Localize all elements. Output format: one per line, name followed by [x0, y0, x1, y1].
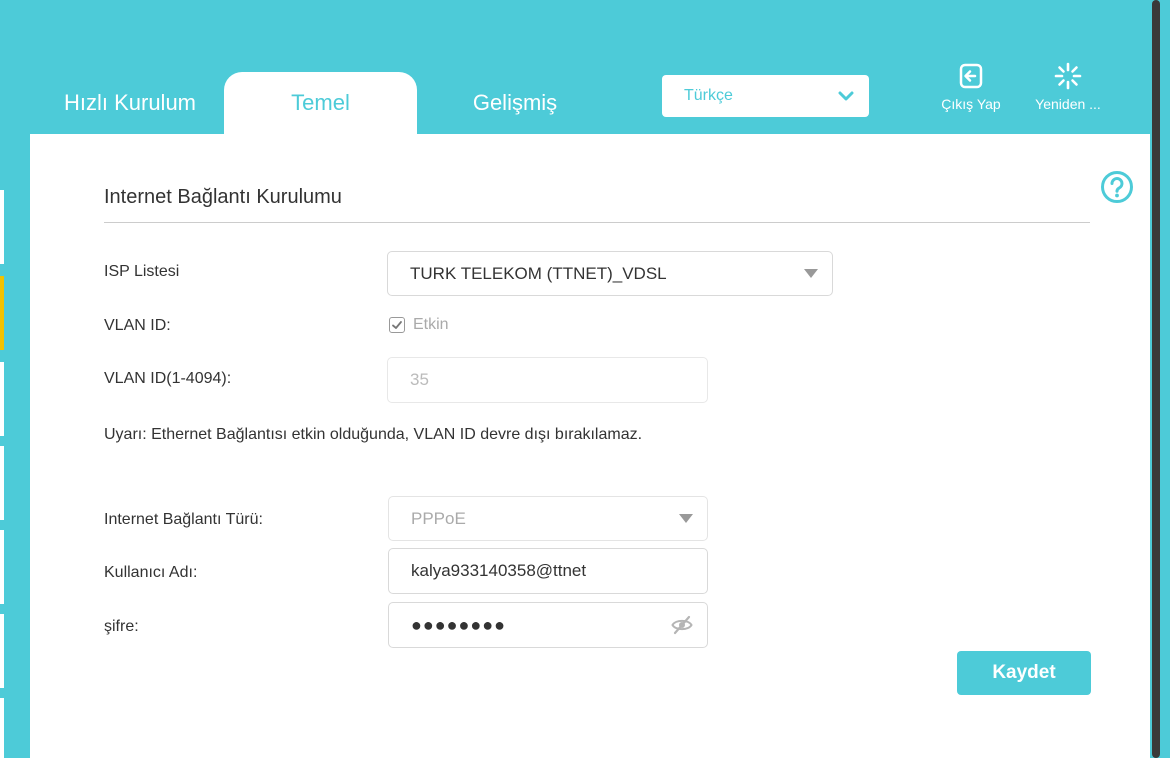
save-button[interactable]: Kaydet	[957, 651, 1091, 695]
help-icon[interactable]	[1100, 170, 1134, 204]
section-title: Internet Bağlantı Kurulumu	[104, 186, 342, 208]
connection-type-selected: PPPoE	[411, 508, 466, 528]
vlan-enabled-checkbox[interactable]: Etkin	[389, 316, 449, 334]
username-input[interactable]	[388, 548, 708, 594]
eye-off-icon[interactable]	[671, 614, 693, 636]
vlan-enabled-label: Etkin	[413, 316, 449, 333]
sidebar-item[interactable]	[0, 190, 4, 264]
chevron-down-icon	[837, 87, 855, 105]
vlan-warning-text: Uyarı: Ethernet Bağlantısı etkin olduğun…	[104, 426, 643, 443]
page-scrollbar[interactable]	[1152, 0, 1160, 758]
tab-quick-setup-label: Hızlı Kurulum	[63, 90, 197, 115]
section-divider	[104, 222, 1090, 223]
sidebar-item[interactable]	[0, 362, 4, 436]
reboot-icon	[1054, 62, 1082, 90]
tab-quick-setup[interactable]: Hızlı Kurulum	[40, 72, 220, 134]
language-selected: Türkçe	[684, 87, 733, 104]
connection-type-select[interactable]: PPPoE	[388, 496, 708, 541]
tab-advanced[interactable]: Gelişmiş	[420, 72, 610, 134]
checkmark-icon	[389, 317, 405, 333]
isp-select[interactable]: TURK TELEKOM (TTNET)_VDSL	[387, 251, 833, 296]
isp-label: ISP Listesi	[104, 263, 180, 280]
tab-basic-label: Temel	[291, 90, 350, 115]
language-select[interactable]: Türkçe	[662, 75, 869, 117]
logout-label: Çıkış Yap	[941, 96, 1001, 112]
tab-basic[interactable]: Temel	[224, 72, 417, 134]
tab-advanced-label: Gelişmiş	[472, 90, 558, 115]
isp-selected: TURK TELEKOM (TTNET)_VDSL	[410, 263, 667, 283]
dropdown-arrow-icon	[679, 514, 693, 523]
sidebar-item[interactable]	[0, 530, 4, 604]
vlan-id-input[interactable]	[387, 357, 708, 403]
reboot-button[interactable]: Yeniden ...	[1020, 62, 1116, 122]
password-label: şifre:	[104, 618, 139, 635]
sidebar-item[interactable]	[0, 698, 4, 758]
sidebar-item-active[interactable]	[0, 276, 4, 350]
reboot-label: Yeniden ...	[1035, 96, 1101, 112]
username-label: Kullanıcı Adı:	[104, 564, 198, 581]
password-field[interactable]: ●●●●●●●●	[388, 602, 708, 648]
dropdown-arrow-icon	[804, 269, 818, 278]
vlan-id-label: VLAN ID(1-4094):	[104, 370, 232, 387]
logout-button[interactable]: Çıkış Yap	[928, 62, 1014, 122]
logout-icon	[957, 62, 985, 90]
sidebar-item[interactable]	[0, 614, 4, 688]
connection-type-label: Internet Bağlantı Türü:	[104, 511, 263, 528]
password-mask: ●●●●●●●●	[411, 614, 506, 635]
vlan-label: VLAN ID:	[104, 317, 171, 334]
sidebar-item[interactable]	[0, 446, 4, 520]
